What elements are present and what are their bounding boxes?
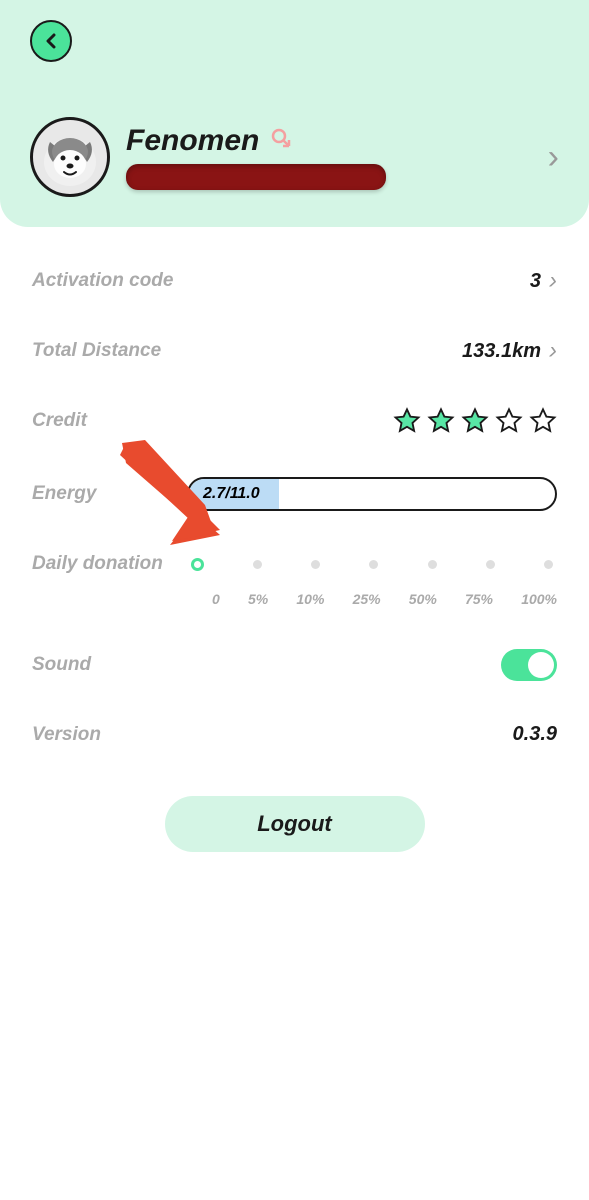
chevron-right-icon: › xyxy=(549,337,557,365)
energy-bar: 2.7/11.0 xyxy=(187,477,557,511)
profile-info: Fenomen xyxy=(126,124,548,190)
slider-dot[interactable] xyxy=(544,560,553,569)
star-icon xyxy=(393,407,421,435)
version-row: Version 0.3.9 xyxy=(32,723,557,746)
star-icon xyxy=(495,407,523,435)
gender-female-icon xyxy=(269,124,293,158)
sound-row: Sound xyxy=(32,649,557,681)
logout-button[interactable]: Logout xyxy=(165,796,425,852)
star-icon xyxy=(529,407,557,435)
annotation-arrow-icon xyxy=(110,435,220,555)
donation-slider[interactable] xyxy=(187,556,557,572)
total-distance-row[interactable]: Total Distance 133.1km › xyxy=(32,337,557,365)
credit-row: Credit xyxy=(32,407,557,435)
activation-label: Activation code xyxy=(32,270,173,292)
distance-value: 133.1km › xyxy=(462,337,557,365)
tick-label: 50% xyxy=(409,591,437,607)
distance-label: Total Distance xyxy=(32,340,161,362)
redacted-email xyxy=(126,164,386,190)
credit-stars xyxy=(393,407,557,435)
sound-toggle[interactable] xyxy=(501,649,557,681)
tick-label: 25% xyxy=(353,591,381,607)
slider-dot[interactable] xyxy=(428,560,437,569)
tick-label: 75% xyxy=(465,591,493,607)
activation-code-row[interactable]: Activation code 3› xyxy=(32,267,557,295)
version-value: 0.3.9 xyxy=(513,723,557,746)
slider-dot[interactable] xyxy=(369,560,378,569)
slider-dot[interactable] xyxy=(253,560,262,569)
toggle-thumb xyxy=(528,652,554,678)
avatar xyxy=(30,117,110,197)
slider-dot[interactable] xyxy=(486,560,495,569)
version-label: Version xyxy=(32,724,101,746)
star-icon xyxy=(427,407,455,435)
distance-value-text: 133.1km xyxy=(462,340,541,363)
tick-label: 100% xyxy=(521,591,557,607)
chevron-left-icon xyxy=(43,33,59,49)
dog-avatar-icon xyxy=(35,122,105,192)
daily-donation-row: Daily donation xyxy=(32,553,557,575)
tick-label: 10% xyxy=(296,591,324,607)
credit-label: Credit xyxy=(32,410,87,432)
chevron-right-icon: › xyxy=(549,267,557,295)
profile-name: Fenomen xyxy=(126,124,548,158)
chevron-right-icon: › xyxy=(548,138,559,177)
tick-label: 0 xyxy=(212,591,220,607)
energy-label: Energy xyxy=(32,483,96,505)
slider-dot[interactable] xyxy=(191,558,204,571)
profile-header: Fenomen › xyxy=(0,0,589,227)
activation-value: 3› xyxy=(530,267,557,295)
activation-value-text: 3 xyxy=(530,270,541,293)
tick-label: 5% xyxy=(248,591,268,607)
back-button[interactable] xyxy=(30,20,72,62)
profile-row[interactable]: Fenomen › xyxy=(30,117,559,197)
donation-ticks: 0 5% 10% 25% 50% 75% 100% xyxy=(32,591,557,607)
slider-dot[interactable] xyxy=(311,560,320,569)
sound-label: Sound xyxy=(32,654,91,676)
donation-label: Daily donation xyxy=(32,553,163,575)
settings-list: Activation code 3› Total Distance 133.1k… xyxy=(0,227,589,872)
star-icon xyxy=(461,407,489,435)
slider-track xyxy=(191,562,553,566)
profile-name-text: Fenomen xyxy=(126,124,259,158)
